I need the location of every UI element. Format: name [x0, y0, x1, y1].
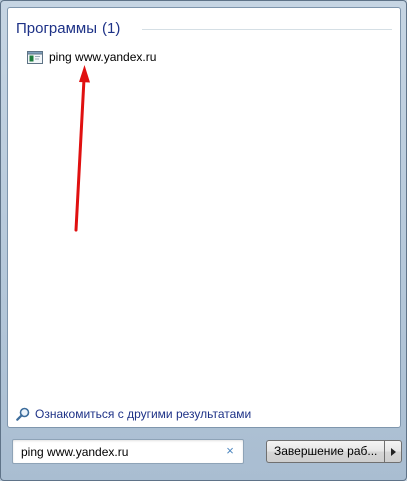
search-box[interactable]: ×	[12, 439, 244, 464]
search-input[interactable]	[21, 440, 217, 463]
result-item-label: ping www.yandex.ru	[49, 50, 157, 64]
shutdown-button[interactable]: Завершение раб...	[266, 440, 384, 463]
result-item-ping[interactable]: ping www.yandex.ru	[27, 48, 156, 66]
group-divider	[142, 29, 392, 30]
triangle-right-icon	[391, 448, 396, 456]
see-more-results-label: Ознакомиться с другими результатами	[35, 407, 252, 421]
clear-search-icon[interactable]: ×	[223, 443, 237, 459]
group-count: (1)	[102, 19, 121, 37]
command-prompt-icon	[27, 50, 43, 64]
search-icon	[16, 407, 30, 421]
shutdown-options-button[interactable]	[384, 440, 402, 463]
group-title: Программы	[16, 19, 98, 37]
search-results-panel: Программы (1) ping www.yandex.ru Ознаком…	[7, 7, 401, 428]
shutdown-split-button: Завершение раб...	[266, 440, 402, 463]
start-menu: Программы (1) ping www.yandex.ru Ознаком…	[0, 0, 407, 481]
see-more-results-link[interactable]: Ознакомиться с другими результатами	[16, 406, 251, 422]
results-group-header: Программы (1)	[16, 18, 120, 38]
